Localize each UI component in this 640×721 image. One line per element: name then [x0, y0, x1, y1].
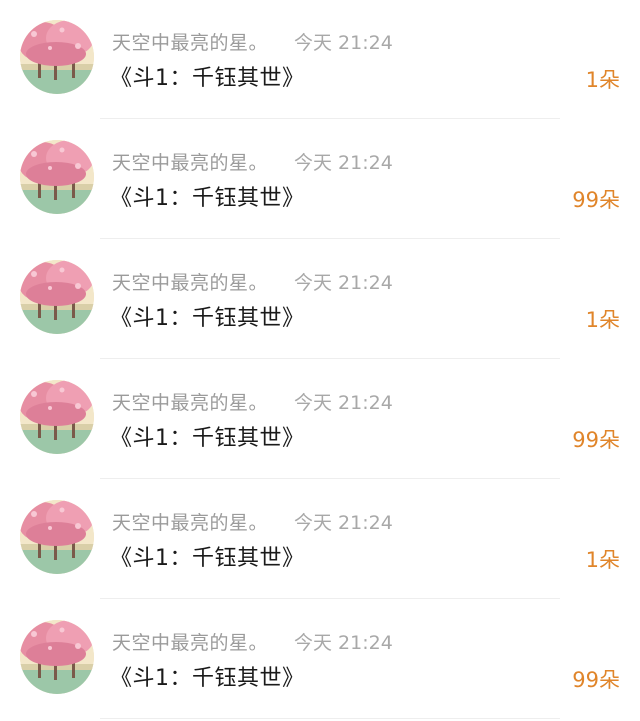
username[interactable]: 天空中最亮的星。 [112, 28, 268, 55]
divider [100, 118, 560, 119]
message-text: 《斗1：千钰其世》 [110, 426, 305, 451]
divider [100, 598, 560, 599]
user-avatar[interactable] [20, 260, 94, 334]
username[interactable]: 天空中最亮的星。 [112, 388, 268, 415]
message-text: 《斗1：千钰其世》 [110, 186, 305, 211]
cherry-blossom-tree-avatar [20, 380, 94, 454]
cherry-blossom-tree-avatar [20, 140, 94, 214]
timestamp: 今天 21:24 [294, 272, 393, 294]
user-avatar[interactable] [20, 140, 94, 214]
username[interactable]: 天空中最亮的星。 [112, 268, 268, 295]
message-item[interactable]: 天空中最亮的星。 今天 21:24 《斗1：千钰其世》 1朵 [0, 240, 640, 360]
message-text: 《斗1：千钰其世》 [110, 66, 305, 91]
gift-amount: 1朵 [585, 68, 620, 92]
user-avatar[interactable] [20, 20, 94, 94]
message-text: 《斗1：千钰其世》 [110, 306, 305, 331]
gift-amount: 99朵 [572, 668, 620, 692]
user-avatar[interactable] [20, 380, 94, 454]
cherry-blossom-tree-avatar [20, 260, 94, 334]
gift-amount: 1朵 [585, 548, 620, 572]
timestamp: 今天 21:24 [294, 512, 393, 534]
cherry-blossom-tree-avatar [20, 20, 94, 94]
divider [100, 478, 560, 479]
message-text: 《斗1：千钰其世》 [110, 546, 305, 571]
gift-amount: 99朵 [572, 188, 620, 212]
username[interactable]: 天空中最亮的星。 [112, 148, 268, 175]
message-item[interactable]: 天空中最亮的星。 今天 21:24 《斗1：千钰其世》 1朵 [0, 0, 640, 120]
gift-amount: 1朵 [585, 308, 620, 332]
user-avatar[interactable] [20, 500, 94, 574]
gift-message-list: 天空中最亮的星。 今天 21:24 《斗1：千钰其世》 1朵 天空中最亮的星。 … [0, 0, 640, 721]
divider [100, 238, 560, 239]
message-item[interactable]: 天空中最亮的星。 今天 21:24 《斗1：千钰其世》 1朵 [0, 480, 640, 600]
message-item[interactable]: 天空中最亮的星。 今天 21:24 《斗1：千钰其世》 99朵 [0, 120, 640, 240]
timestamp: 今天 21:24 [294, 392, 393, 414]
timestamp: 今天 21:24 [294, 32, 393, 54]
timestamp: 今天 21:24 [294, 152, 393, 174]
message-item[interactable]: 天空中最亮的星。 今天 21:24 《斗1：千钰其世》 99朵 [0, 600, 640, 720]
timestamp: 今天 21:24 [294, 632, 393, 654]
divider [100, 718, 560, 719]
message-text: 《斗1：千钰其世》 [110, 666, 305, 691]
message-item[interactable]: 天空中最亮的星。 今天 21:24 《斗1：千钰其世》 99朵 [0, 360, 640, 480]
user-avatar[interactable] [20, 620, 94, 694]
cherry-blossom-tree-avatar [20, 620, 94, 694]
username[interactable]: 天空中最亮的星。 [112, 508, 268, 535]
username[interactable]: 天空中最亮的星。 [112, 628, 268, 655]
gift-amount: 99朵 [572, 428, 620, 452]
cherry-blossom-tree-avatar [20, 500, 94, 574]
divider [100, 358, 560, 359]
